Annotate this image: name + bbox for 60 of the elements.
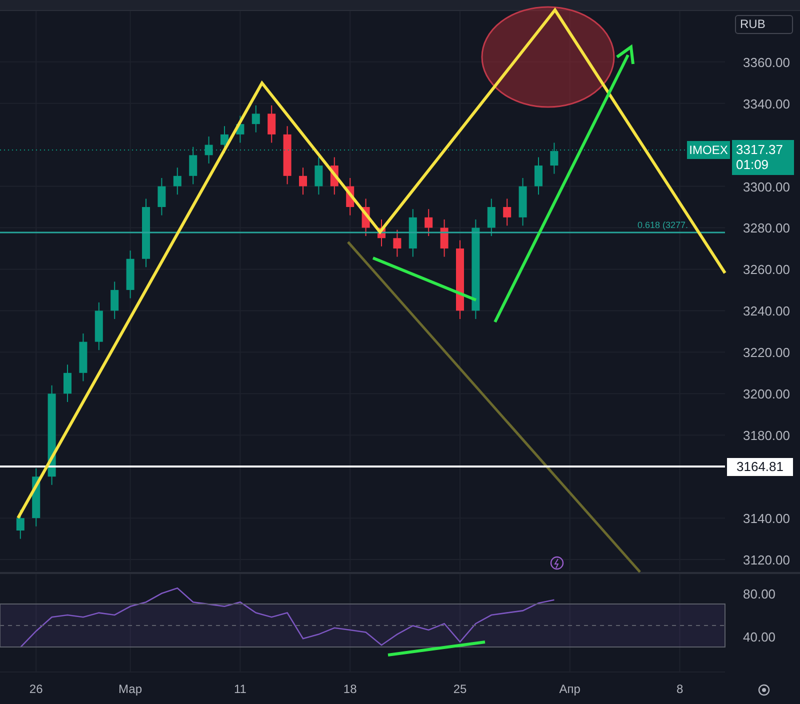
lightning-icon[interactable]	[550, 556, 564, 570]
candle	[142, 198, 150, 268]
candle	[173, 167, 182, 196]
candle	[503, 198, 512, 226]
candle	[314, 156, 323, 196]
axis-label: 3280.00	[743, 220, 790, 236]
candle	[330, 156, 338, 196]
candle	[158, 177, 166, 216]
axis-label: 3240.00	[743, 304, 790, 319]
axis-label: 3300.00	[743, 179, 790, 194]
candle	[189, 146, 198, 185]
candle	[487, 198, 496, 237]
candle	[299, 167, 307, 196]
candle	[378, 218, 386, 247]
axis-label: 3180.00	[743, 428, 790, 444]
candle	[393, 229, 402, 258]
candle	[283, 126, 292, 185]
candle	[16, 509, 24, 540]
axis-label: 3140.00	[743, 511, 790, 526]
fib-level-label: 0.618 (3277.	[637, 220, 688, 230]
candle	[32, 468, 40, 527]
candle	[550, 142, 558, 174]
candle	[534, 156, 542, 196]
candle	[236, 115, 244, 144]
axis-label: 11	[234, 682, 246, 696]
candle	[440, 218, 448, 258]
candle	[408, 208, 417, 258]
candle	[518, 177, 527, 226]
candle	[79, 333, 88, 382]
settings-icon[interactable]	[758, 684, 770, 696]
symbol-tag: IMOEX	[687, 141, 730, 159]
currency-dropdown[interactable]: RUB	[735, 15, 793, 34]
candle	[346, 177, 354, 216]
axis-label: 40.00	[743, 630, 776, 644]
candle	[64, 364, 72, 402]
candle	[268, 104, 276, 144]
axis-label: 3120.00	[743, 552, 790, 568]
candle	[362, 198, 370, 237]
axis-label: Апр	[559, 682, 580, 696]
axis-label: 25	[453, 682, 467, 696]
axis-label: 3200.00	[743, 386, 790, 402]
candle	[424, 208, 433, 237]
bar-countdown: 01:09	[736, 157, 769, 172]
price-label: 3164.81	[727, 458, 793, 476]
axis-label: 3220.00	[743, 345, 790, 360]
candle	[110, 281, 119, 320]
axis-label: 8	[676, 682, 684, 696]
axis-label: 3260.00	[743, 262, 790, 278]
candle	[220, 126, 228, 154]
candle	[94, 302, 103, 351]
axis-label: 3360.00	[743, 54, 790, 70]
axis-label: 26	[29, 682, 43, 696]
candle	[204, 136, 213, 164]
candle	[126, 250, 134, 299]
axis-label: Мар	[118, 682, 142, 696]
candle	[252, 104, 260, 133]
axis-label: 18	[343, 682, 357, 696]
last-price: 3317.37	[736, 142, 783, 157]
axis-label: 80.00	[743, 586, 776, 602]
axis-label: 3340.00	[743, 96, 790, 112]
